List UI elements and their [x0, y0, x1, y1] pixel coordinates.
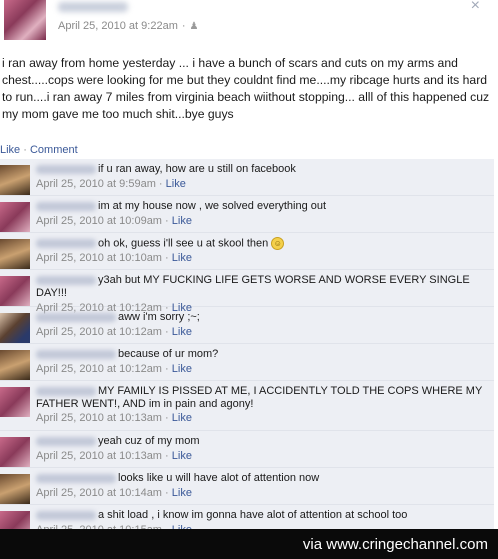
comment-time[interactable]: April 25, 2010 at 10:14am — [36, 487, 162, 499]
comment-time[interactable]: April 25, 2010 at 10:10am — [36, 252, 162, 264]
avatar[interactable] — [0, 165, 30, 195]
avatar[interactable] — [0, 474, 30, 504]
avatar[interactable] — [0, 276, 30, 306]
comment-text: aww i'm sorry ;~; — [118, 311, 200, 323]
post-meta: April 25, 2010 at 9:22am · ♟ — [58, 20, 199, 32]
comment-like-button[interactable]: Like — [172, 252, 192, 264]
comment-text: a shit load , i know im gonna have alot … — [98, 509, 408, 521]
avatar[interactable] — [4, 0, 46, 40]
commenter-name-redacted[interactable] — [36, 201, 96, 211]
commenter-name-redacted[interactable] — [36, 436, 96, 446]
comment-like-button[interactable]: Like — [172, 450, 192, 462]
comment-like-button[interactable]: Like — [172, 412, 192, 424]
comment-like-button[interactable]: Like — [172, 363, 192, 375]
comment-time[interactable]: April 25, 2010 at 10:12am — [36, 363, 162, 375]
comment-item: looks like u will have alot of attention… — [0, 468, 494, 505]
post-body: i ran away from home yesterday ... i hav… — [2, 56, 490, 121]
commenter-name-redacted[interactable] — [36, 312, 116, 322]
post-timestamp[interactable]: April 25, 2010 at 9:22am — [58, 20, 178, 32]
commenter-name-redacted[interactable] — [36, 473, 116, 483]
commenter-name-redacted[interactable] — [36, 275, 96, 285]
avatar[interactable] — [0, 239, 30, 269]
avatar[interactable] — [0, 350, 30, 380]
avatar[interactable] — [0, 202, 30, 232]
commenter-name-redacted[interactable] — [36, 349, 116, 359]
comment-item: if u ran away, how are u still on facebo… — [0, 159, 494, 196]
like-button[interactable]: Like — [0, 144, 20, 156]
avatar[interactable] — [0, 313, 30, 343]
comment-text: MY FAMILY IS PISSED AT ME, I ACCIDENTLY … — [36, 385, 483, 410]
author-name-redacted[interactable] — [58, 2, 128, 12]
watermark-banner: via www.cringechannel.com — [0, 529, 498, 559]
comment-item: because of ur mom? April 25, 2010 at 10:… — [0, 344, 494, 381]
comment-item: MY FAMILY IS PISSED AT ME, I ACCIDENTLY … — [0, 381, 494, 431]
people-icon: ♟ — [189, 20, 199, 32]
comment-time[interactable]: April 25, 2010 at 10:13am — [36, 450, 162, 462]
avatar[interactable] — [0, 387, 30, 417]
comment-text: yeah cuz of my mom — [98, 435, 200, 447]
comment-like-button[interactable]: Like — [172, 326, 192, 338]
comment-like-button[interactable]: Like — [172, 215, 192, 227]
post-actions: Like · Comment — [0, 144, 78, 156]
comment-text: oh ok, guess i'll see u at skool then — [98, 237, 269, 250]
post-header: April 25, 2010 at 9:22am · ♟ × — [0, 0, 498, 44]
comment-text: im at my house now , we solved everythin… — [98, 200, 327, 212]
comment-text: looks like u will have alot of attention… — [118, 472, 320, 484]
comments-list: if u ran away, how are u still on facebo… — [0, 159, 494, 559]
avatar[interactable] — [0, 437, 30, 467]
comment-text: y3ah but MY FUCKING LIFE GETS WORSE AND … — [36, 274, 470, 299]
action-separator: · — [23, 144, 27, 156]
comment-item: oh ok, guess i'll see u at skool then ☺ … — [0, 233, 494, 270]
comment-item: aww i'm sorry ;~; April 25, 2010 at 10:1… — [0, 307, 494, 344]
commenter-name-redacted[interactable] — [36, 164, 96, 174]
commenter-name-redacted[interactable] — [36, 510, 96, 520]
comment-button[interactable]: Comment — [30, 144, 78, 156]
comment-item: yeah cuz of my mom April 25, 2010 at 10:… — [0, 431, 494, 468]
comment-time[interactable]: April 25, 2010 at 10:13am — [36, 412, 162, 424]
commenter-name-redacted[interactable] — [36, 386, 96, 396]
comment-like-button[interactable]: Like — [166, 178, 186, 190]
watermark-text: via www.cringechannel.com — [302, 535, 488, 553]
meta-separator: · — [181, 20, 186, 32]
comment-text: if u ran away, how are u still on facebo… — [98, 163, 296, 175]
comment-text: because of ur mom? — [118, 348, 219, 360]
comment-item: im at my house now , we solved everythin… — [0, 196, 494, 233]
comment-time[interactable]: April 25, 2010 at 10:09am — [36, 215, 162, 227]
comment-item: y3ah but MY FUCKING LIFE GETS WORSE AND … — [0, 270, 494, 314]
close-icon[interactable]: × — [471, 0, 480, 15]
commenter-name-redacted[interactable] — [36, 239, 96, 248]
comment-time[interactable]: April 25, 2010 at 10:12am — [36, 326, 162, 338]
smiley-emoticon-icon: ☺ — [271, 237, 285, 250]
comment-like-button[interactable]: Like — [172, 487, 192, 499]
comment-time[interactable]: April 25, 2010 at 9:59am — [36, 178, 156, 190]
